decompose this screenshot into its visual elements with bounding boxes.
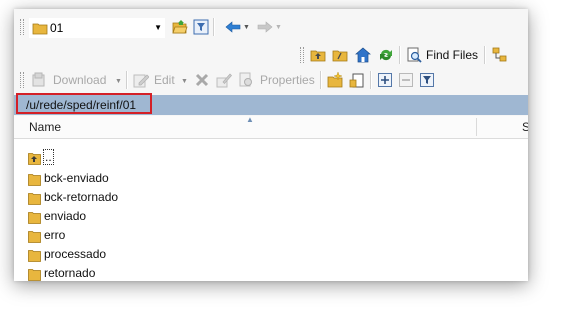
file-list: .. bck-enviado bck-retornado enviado err… [14,139,528,281]
file-panel-window: 01 ▼ ▼ ▼ Find Files Download ▼ Edit ▼ Pr… [14,9,528,281]
toolbar-grip[interactable] [300,47,304,63]
parent-folder-icon [28,153,41,165]
download-dropdown-icon: ▼ [115,78,122,85]
folder-icon [28,250,41,262]
toolbar-separator [320,71,322,89]
tree-view-icon[interactable] [492,47,508,63]
filter-icon[interactable] [193,19,209,35]
list-item-label: erro [44,228,66,242]
file-list-header: Name ▲ S [14,115,528,139]
new-file-icon[interactable] [349,72,365,88]
sort-ascending-icon: ▲ [246,115,254,124]
parent-folder-icon[interactable] [310,47,326,63]
refresh-icon[interactable] [378,47,394,63]
forward-dropdown-icon: ▼ [275,24,282,31]
forward-arrow-icon [257,21,273,33]
column-divider[interactable] [476,118,477,136]
list-item-label: bck-retornado [44,190,119,204]
folder-icon [28,212,41,224]
location-combo-value: 01 [50,21,64,35]
delete-icon [195,73,209,87]
toolbar-separator [370,71,372,89]
folder-icon [28,193,41,205]
folder-icon [32,23,48,35]
toolbar-grip[interactable] [20,19,24,35]
open-folder-icon[interactable] [172,19,188,35]
edit-icon [133,74,149,88]
list-item-label: processado [44,247,107,261]
home-icon[interactable] [355,47,371,63]
select-plus-icon[interactable] [377,72,393,88]
toolbar-grip[interactable] [20,72,24,88]
list-item-label: enviado [44,209,87,223]
location-combobox[interactable]: 01 ▼ [29,18,165,38]
chevron-down-icon[interactable]: ▼ [154,23,162,32]
edit-dropdown-icon: ▼ [181,78,188,85]
properties-icon [239,72,252,87]
column-header-size[interactable]: S [522,120,528,134]
download-icon [32,72,45,87]
list-item-label: bck-enviado [44,171,109,185]
toolbar-separator [399,46,401,64]
find-files-icon[interactable] [406,47,422,63]
toolbar-separator [213,18,215,36]
folder-icon [28,174,41,186]
rename-icon [216,73,232,88]
new-folder-icon[interactable] [327,72,343,88]
list-item-label: .. [43,149,54,165]
back-arrow-icon[interactable] [225,19,241,35]
filter-select-icon[interactable] [419,72,435,88]
find-files-button[interactable]: Find Files [426,48,478,62]
unselect-minus-icon [399,73,413,87]
column-header-name[interactable]: Name [29,120,61,134]
toolbar-separator [484,46,486,64]
folder-icon [28,269,41,281]
folder-icon [28,231,41,243]
edit-button: Edit [154,73,175,87]
list-item-label: retornado [44,266,96,280]
root-folder-icon[interactable] [332,47,348,63]
back-dropdown-icon[interactable]: ▼ [243,24,250,31]
properties-button: Properties [260,73,315,87]
highlight-box [16,93,152,114]
toolbar-separator [126,71,128,89]
download-button: Download [53,73,107,87]
